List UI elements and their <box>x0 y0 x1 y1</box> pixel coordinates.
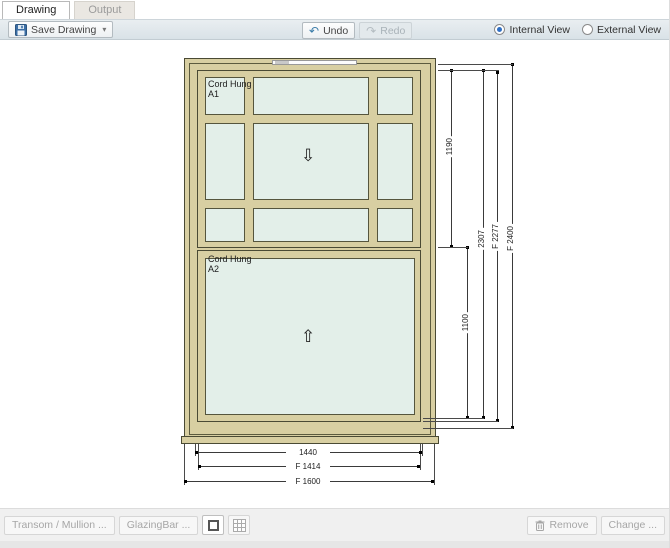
vent-slider <box>275 61 289 64</box>
extension-line <box>195 444 196 456</box>
change-button[interactable]: Change ... <box>601 516 665 535</box>
extension-line <box>438 70 499 71</box>
undo-button[interactable]: ↶ Undo <box>302 22 355 39</box>
tab-bar: Drawing Output <box>0 0 669 19</box>
redo-button[interactable]: ↷ Redo <box>359 22 412 39</box>
dim-line-top-sash-height <box>451 70 452 247</box>
plain-square-icon <box>208 520 219 531</box>
extension-line <box>184 444 185 485</box>
plain-glass-option-button[interactable] <box>202 515 224 535</box>
bottom-toolbar: Transom / Mullion ... GlazingBar ... Rem… <box>0 508 669 541</box>
extension-line <box>423 421 498 422</box>
tab-drawing[interactable]: Drawing <box>2 1 70 19</box>
glass-pane[interactable] <box>253 208 369 242</box>
glass-pane[interactable] <box>377 77 413 115</box>
save-dropdown-caret-icon: ▾ <box>102 25 106 34</box>
glass-pane[interactable] <box>253 77 369 115</box>
sash-a2-label: Cord Hung A2 <box>208 254 252 274</box>
save-drawing-label: Save Drawing <box>31 24 96 36</box>
glass-pane[interactable] <box>205 123 245 200</box>
save-icon <box>15 24 27 36</box>
external-view-option[interactable]: External View <box>582 24 661 36</box>
slide-down-arrow-icon: ⇩ <box>301 147 315 164</box>
dim-label-fixed-width: F 1414 <box>286 462 330 471</box>
internal-view-radio[interactable] <box>494 24 505 35</box>
dim-label-top-sash-height: 1190 <box>445 136 454 157</box>
dim-label-overall-height: F 2400 <box>506 224 515 253</box>
extension-line <box>423 418 484 419</box>
internal-view-label: Internal View <box>509 24 570 36</box>
main-toolbar: Save Drawing ▾ ↶ Undo ↷ Redo Internal Vi… <box>0 19 669 40</box>
redo-label: Redo <box>380 25 405 37</box>
dim-label-overall-width: F 1600 <box>286 477 330 486</box>
remove-button[interactable]: Remove <box>527 516 596 535</box>
glazingbar-label: GlazingBar ... <box>127 519 191 531</box>
glazingbar-button[interactable]: GlazingBar ... <box>119 516 199 535</box>
grid-glazing-option-button[interactable] <box>228 515 250 535</box>
app-window: Drawing Output Save Drawing ▾ ↶ Undo ↷ R… <box>0 0 670 548</box>
drawing-canvas[interactable]: Cord Hung A1 Cord Hung A2 ⇩ ⇧ 1190 1100 … <box>0 40 670 508</box>
extension-line <box>423 428 513 429</box>
glass-pane[interactable] <box>377 208 413 242</box>
dim-label-fixed-height: F 2277 <box>491 222 500 251</box>
dim-label-inner-width: 1440 <box>286 448 330 457</box>
dim-label-bottom-sash-height: 1100 <box>461 312 470 333</box>
extension-line <box>438 64 513 65</box>
dim-label-frame-height: 2307 <box>477 228 486 250</box>
undo-redo-group: ↶ Undo ↷ Redo <box>302 22 412 39</box>
tab-output[interactable]: Output <box>74 1 135 19</box>
extension-line <box>420 444 421 470</box>
grid-icon <box>233 519 246 532</box>
bottom-right-actions: Remove Change ... <box>527 516 665 535</box>
glass-pane[interactable] <box>377 123 413 200</box>
view-toggle-group: Internal View External View <box>494 24 661 36</box>
glass-pane[interactable] <box>205 208 245 242</box>
extension-line <box>438 247 468 248</box>
change-label: Change ... <box>609 519 657 531</box>
window-sill[interactable] <box>181 436 439 444</box>
transom-mullion-button[interactable]: Transom / Mullion ... <box>4 516 115 535</box>
internal-view-option[interactable]: Internal View <box>494 24 570 36</box>
external-view-radio[interactable] <box>582 24 593 35</box>
transom-mullion-label: Transom / Mullion ... <box>12 519 107 531</box>
trash-icon <box>535 520 545 531</box>
external-view-label: External View <box>597 24 661 36</box>
slide-up-arrow-icon: ⇧ <box>301 328 315 345</box>
redo-icon: ↷ <box>366 25 376 37</box>
sash-a1-label: Cord Hung A1 <box>208 79 252 99</box>
extension-line <box>422 444 423 456</box>
remove-label: Remove <box>549 519 588 531</box>
undo-label: Undo <box>323 25 348 37</box>
trickle-vent[interactable] <box>272 60 357 65</box>
extension-line <box>434 444 435 485</box>
undo-icon: ↶ <box>309 25 319 37</box>
save-drawing-button[interactable]: Save Drawing ▾ <box>8 21 113 38</box>
